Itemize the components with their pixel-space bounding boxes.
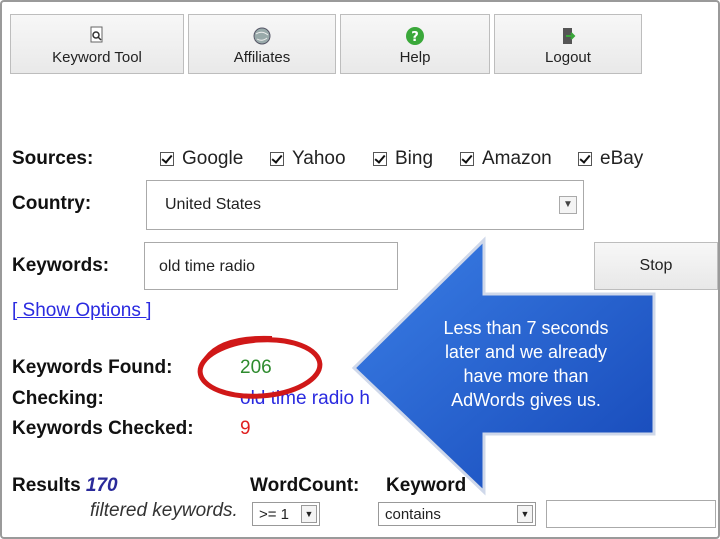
filtered-keywords-label: filtered keywords. <box>90 500 238 521</box>
keyword-filter-input[interactable] <box>546 500 716 528</box>
chevron-down-icon[interactable]: ▼ <box>517 505 533 523</box>
keyword-filter-label: Keyword <box>386 475 467 496</box>
callout-text: Less than 7 seconds later and we already… <box>443 318 609 410</box>
keyword-filter-select[interactable]: contains ▼ <box>378 502 536 526</box>
wordcount-label: WordCount: <box>250 475 360 496</box>
results-count: 170 <box>85 475 118 496</box>
wordcount-select[interactable]: >= 1 ▼ <box>252 502 320 526</box>
callout-arrow <box>351 236 656 496</box>
chevron-down-icon[interactable]: ▼ <box>301 505 317 523</box>
results-label: Results 170 <box>12 475 118 496</box>
app-window: Keyword Tool Affiliates ? Help Logout So… <box>0 0 720 539</box>
